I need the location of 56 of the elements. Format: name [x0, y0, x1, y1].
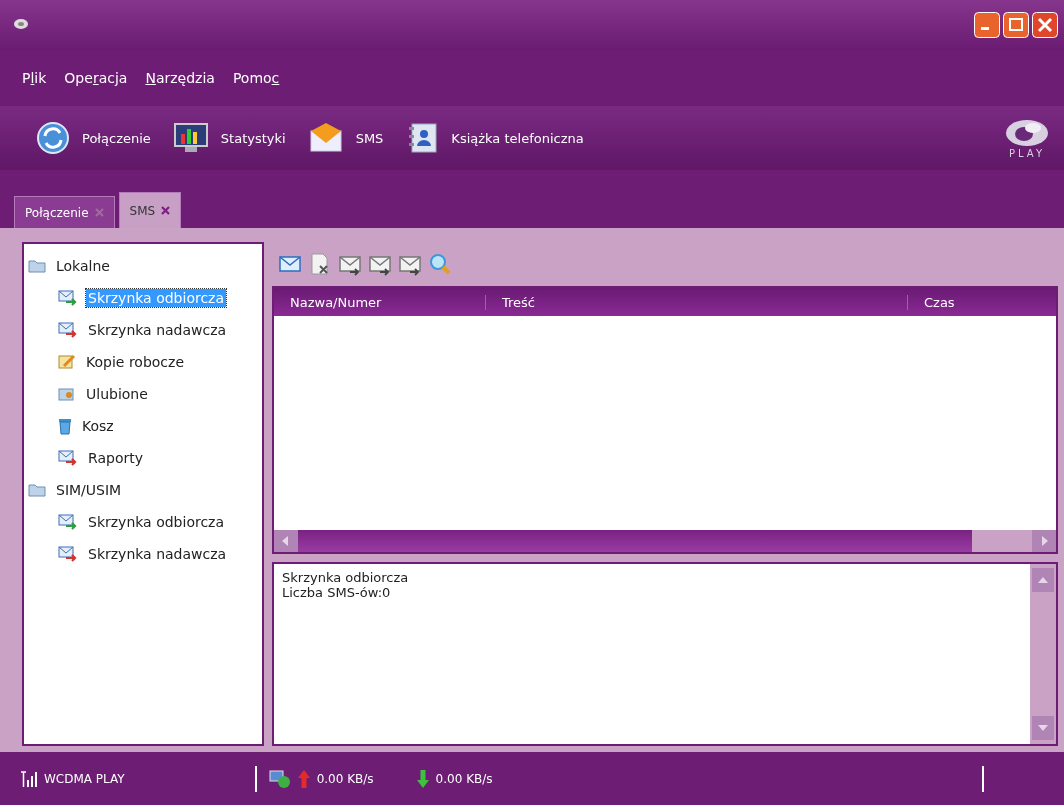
folder-person-icon [58, 386, 76, 402]
mail-arrow-icon [58, 546, 78, 562]
column-header[interactable]: Czas [908, 294, 1056, 310]
close-button[interactable] [1032, 12, 1058, 38]
mail-arrow-icon [58, 450, 78, 466]
mail-arrow-icon [58, 514, 78, 530]
tree-item[interactable]: Kosz [80, 417, 116, 435]
toolbar-label[interactable]: Statystyki [220, 130, 286, 146]
maximize-button[interactable] [1003, 12, 1029, 38]
column-header[interactable]: Nazwa/Numer [274, 294, 486, 310]
tree-item[interactable]: SIM/USIM [54, 481, 124, 499]
mail-arrow-icon [58, 290, 78, 306]
scroll-left-button[interactable] [274, 530, 298, 552]
search-icon[interactable] [428, 252, 452, 276]
logo-icon [1004, 117, 1050, 148]
network-computer-icon [268, 768, 291, 789]
tree-item[interactable]: Ulubione [84, 385, 150, 403]
download-arrow-icon [415, 768, 430, 789]
tree-item[interactable]: Kopie robocze [84, 353, 186, 371]
scroll-down-button[interactable] [1032, 716, 1054, 740]
tab[interactable]: Połączenie [14, 196, 115, 228]
folder-icon [28, 483, 46, 497]
monitor-chart-icon[interactable] [172, 121, 209, 155]
folder-icon [28, 259, 46, 273]
detail-line: Skrzynka odbiorcza [282, 570, 410, 585]
close-icon[interactable] [161, 206, 171, 215]
mail-arrow-icon [58, 322, 78, 338]
refresh-icon[interactable] [36, 121, 70, 155]
tree-item[interactable]: Skrzynka nadawcza [86, 545, 229, 563]
notepad-pencil-icon [58, 354, 76, 370]
tree-item[interactable]: Raporty [86, 449, 145, 467]
scroll-right-button[interactable] [1032, 530, 1056, 552]
tree-item[interactable]: Skrzynka odbiorcza [86, 513, 226, 531]
detail-line: Liczba SMS-ów:0 [282, 585, 392, 600]
network-name: WCDMA PLAY [44, 771, 125, 786]
tree-item[interactable]: Lokalne [54, 257, 112, 275]
toolbar-label[interactable]: Połączenie [82, 130, 151, 146]
menu-item[interactable]: Operacja [64, 70, 128, 86]
menu-item[interactable]: Plik [22, 70, 47, 86]
menu-item[interactable]: Pomoc [232, 70, 280, 86]
envelope-icon[interactable] [307, 121, 344, 155]
menu-item[interactable]: Narzędzia [145, 70, 215, 86]
upload-speed: 0.00 KB/s [316, 771, 374, 786]
download-speed: 0.00 KB/s [435, 771, 493, 786]
upload-arrow-icon [296, 768, 311, 789]
toolbar-label[interactable]: SMS [355, 130, 384, 146]
scrollbar-thumb[interactable] [298, 530, 972, 552]
logo-text: PLAY [1009, 147, 1045, 159]
scroll-up-button[interactable] [1032, 568, 1054, 592]
signal-icon [20, 769, 38, 788]
toolbar-label[interactable]: Książka telefoniczna [451, 130, 584, 146]
tree-item[interactable]: Skrzynka nadawcza [86, 321, 229, 339]
column-header[interactable]: Treść [486, 294, 908, 310]
minimize-button[interactable] [974, 12, 1000, 38]
trash-icon [58, 417, 72, 435]
tab[interactable]: SMS [118, 192, 182, 228]
